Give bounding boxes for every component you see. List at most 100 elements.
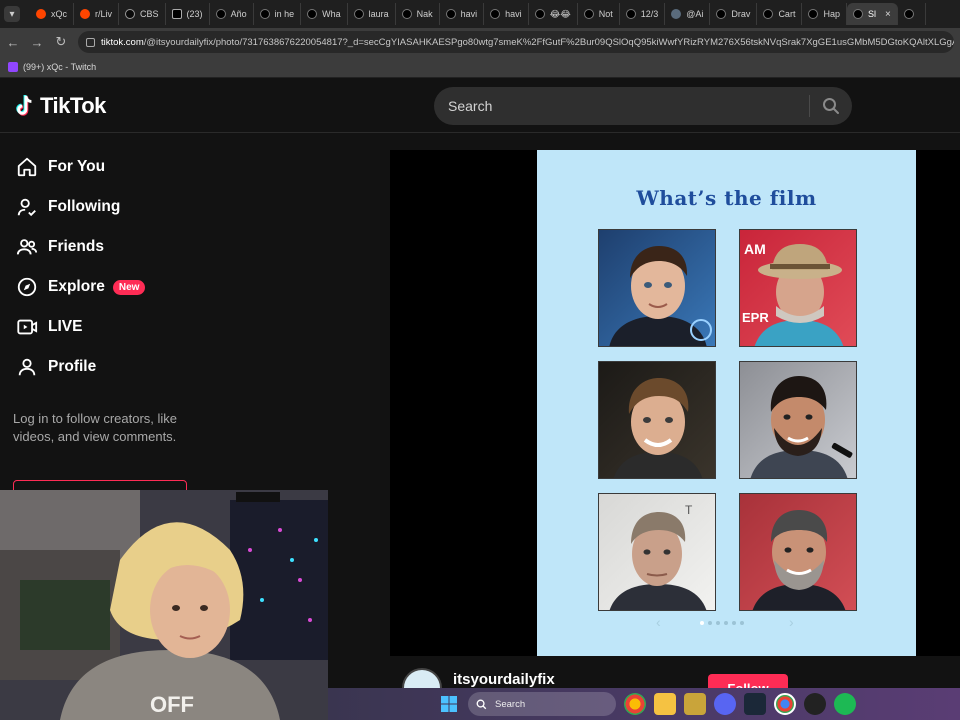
browser-tab[interactable]: xQc (30, 3, 75, 25)
carousel-dot[interactable] (716, 621, 720, 625)
streamer-webcam: OFF (0, 490, 328, 720)
tab-label: 😂😂 (549, 8, 571, 19)
nav-friends[interactable]: Friends (16, 232, 104, 262)
carousel-dot[interactable] (724, 621, 728, 625)
nav-label: LIVE (48, 318, 83, 335)
tab-strip: xQc r/Liv CBS (23) Año in he Wha laura Nak havi ha… (30, 3, 926, 25)
windows-start-icon[interactable] (438, 693, 460, 715)
carousel-dot[interactable] (740, 621, 744, 625)
tab-label: r/Liv (95, 9, 113, 19)
svg-text:AM: AM (744, 241, 766, 257)
author-username[interactable]: itsyourdailyfix (453, 671, 555, 688)
search-button[interactable] (810, 87, 852, 125)
url-path: /@itsyourdailyfix/photo/7317638676220054… (143, 36, 954, 48)
browser-tab[interactable]: (23) (166, 3, 210, 25)
portrait-image (750, 376, 853, 478)
slide-title: What’s the film (636, 186, 817, 210)
browser-tab[interactable]: Sl × (846, 3, 898, 25)
app-icon[interactable] (684, 693, 706, 715)
browser-tab[interactable]: 😂😂 (529, 3, 578, 25)
photo-slide[interactable]: What’s the film AM EPR T (537, 150, 916, 656)
following-icon (17, 198, 36, 217)
bookmark-item[interactable]: (99+) xQc - Twitch (23, 62, 96, 72)
carousel-prev-icon[interactable]: ‹ (656, 614, 661, 630)
browser-tab[interactable]: Hap (802, 3, 847, 25)
browser-tab[interactable]: Not (578, 3, 620, 25)
discord-icon[interactable] (714, 693, 736, 715)
nav-explore[interactable]: Explore New (16, 272, 146, 302)
portrait-image (613, 378, 703, 478)
url-field[interactable]: tiktok.com/@itsyourdailyfix/photo/731763… (78, 31, 954, 53)
tiktok-icon (625, 9, 636, 19)
browser-tab[interactable]: Año (210, 3, 254, 25)
browser-tab[interactable] (898, 3, 926, 25)
tab-label: 12/3 (640, 9, 659, 19)
tiktok-icon (353, 9, 364, 19)
portrait-image (609, 246, 712, 346)
compass-icon (17, 277, 37, 297)
browser-tab[interactable]: havi (484, 3, 529, 25)
site-info-icon[interactable] (86, 37, 95, 47)
portrait-image (752, 510, 846, 610)
nav-for-you[interactable]: For You (16, 152, 105, 182)
chrome-icon[interactable] (624, 693, 646, 715)
browser-tab[interactable]: r/Liv (74, 3, 120, 25)
spotify-icon[interactable] (834, 693, 856, 715)
portrait-image: T (609, 503, 707, 610)
tab-label: Año (230, 9, 247, 19)
browser-tab[interactable]: havi (440, 3, 485, 25)
back-icon[interactable]: ← (6, 35, 20, 50)
browser-tab[interactable]: CBS (119, 3, 166, 25)
tiktok-icon (401, 9, 412, 19)
browser-tab[interactable]: @Ai (665, 3, 711, 25)
carousel-dot[interactable] (700, 621, 704, 625)
author-row: itsyourdailyfix Follow (390, 656, 960, 708)
search-input[interactable] (434, 98, 809, 114)
actor-photo (598, 229, 716, 347)
nav-label: For You (48, 158, 106, 175)
tab-search-button[interactable]: ▾ (4, 6, 20, 22)
live-icon (17, 319, 38, 335)
app-icon[interactable] (744, 693, 766, 715)
carousel-dot[interactable] (732, 621, 736, 625)
actor-photo (739, 493, 857, 611)
chrome-active-icon[interactable] (774, 693, 796, 715)
carousel-next-icon[interactable]: › (789, 614, 794, 630)
tiktok-icon (445, 9, 456, 19)
nav-live[interactable]: LIVE (16, 312, 82, 342)
taskbar-search[interactable]: Search (468, 692, 616, 716)
browser-tab[interactable]: Drav (710, 3, 758, 25)
browser-tab[interactable]: in he (254, 3, 302, 25)
tiktok-icon (259, 9, 270, 19)
friends-icon (16, 239, 38, 255)
globe-icon (671, 9, 682, 19)
nav-following[interactable]: Following (16, 192, 120, 222)
carousel-dot[interactable] (708, 621, 712, 625)
tab-label: in he (274, 9, 295, 19)
tab-close-icon[interactable]: × (885, 9, 891, 20)
forward-icon[interactable]: → (30, 35, 44, 50)
tab-label: Wha (322, 9, 341, 19)
actor-photo (598, 361, 716, 479)
nav-profile[interactable]: Profile (16, 352, 96, 382)
browser-tab[interactable]: Nak (396, 3, 440, 25)
browser-tab[interactable]: 12/3 (620, 3, 666, 25)
obs-icon[interactable] (804, 693, 826, 715)
reddit-icon (36, 9, 46, 19)
tiktok-logo[interactable]: TikTok (14, 93, 106, 119)
windows-taskbar: Search (328, 688, 960, 720)
profile-icon (18, 358, 36, 376)
search-icon (823, 98, 839, 114)
nav-label: Friends (48, 238, 104, 255)
tab-label: Hap (823, 9, 840, 19)
tiktok-icon (716, 9, 727, 19)
actor-photo: AM EPR (739, 229, 857, 347)
file-explorer-icon[interactable] (654, 693, 676, 715)
browser-tab[interactable]: Wha (301, 3, 348, 25)
twitch-icon (8, 61, 18, 72)
tab-label: Not (598, 9, 613, 19)
browser-tab[interactable]: Cart (757, 3, 803, 25)
browser-tab[interactable]: laura (348, 3, 396, 25)
reload-icon[interactable]: ↻ (54, 34, 68, 50)
logo-text: TikTok (40, 93, 106, 118)
